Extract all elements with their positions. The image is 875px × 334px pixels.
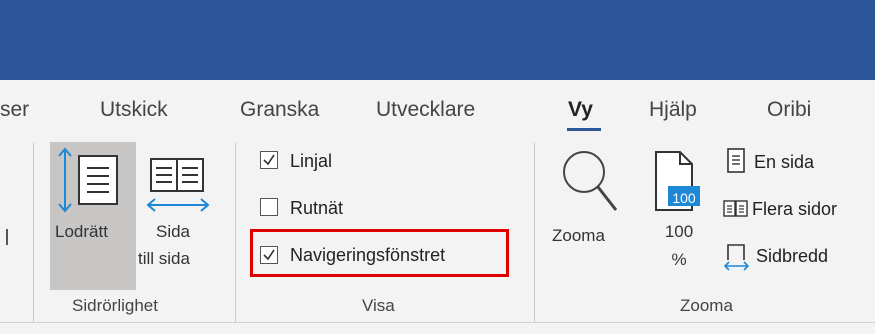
group-label-zoom: Zooma — [680, 296, 733, 315]
cut-off-control-icon — [6, 229, 8, 245]
title-bar — [0, 0, 875, 80]
highlight-box — [250, 229, 509, 277]
hundred-label-1: 100 — [664, 222, 694, 241]
tab-mailings[interactable]: Utskick — [100, 98, 168, 122]
group-label-show: Visa — [362, 296, 395, 315]
one-page-icon — [727, 148, 745, 173]
tab-review[interactable]: Granska — [240, 98, 319, 122]
side-to-side-icon — [146, 158, 210, 212]
ruler-checkbox[interactable] — [260, 151, 278, 169]
tab-oribi[interactable]: Oribi — [767, 98, 811, 122]
checkmark-icon — [263, 154, 275, 166]
multiple-pages-icon — [723, 200, 748, 217]
gridlines-checkbox[interactable] — [260, 198, 278, 216]
hundred-label-2: % — [671, 250, 687, 269]
tab-help[interactable]: Hjälp — [649, 98, 697, 122]
separator — [534, 143, 535, 323]
one-page-label: En sida — [754, 152, 815, 172]
side-to-side-label-1: Sida — [155, 222, 191, 241]
multiple-pages-label: Flera sidor — [752, 199, 838, 219]
page-width-icon — [723, 244, 750, 271]
separator — [235, 143, 236, 323]
ruler-label: Linjal — [290, 151, 333, 171]
group-label-page-movement: Sidrörlighet — [72, 296, 158, 315]
tab-references[interactable]: ser — [0, 98, 29, 122]
page-width-label: Sidbredd — [756, 246, 829, 266]
hundred-badge: 100 — [672, 190, 696, 206]
zoom-label: Zooma — [552, 226, 605, 245]
side-to-side-label-2: till sida — [138, 249, 190, 268]
tab-developer[interactable]: Utvecklare — [376, 98, 475, 122]
magnifier-icon — [563, 151, 618, 211]
ribbon-tabs: ser Utskick Granska Utvecklare Vy Hjälp … — [0, 80, 875, 140]
gridlines-label: Rutnät — [290, 198, 344, 218]
vertical-button-label: Lodrätt — [55, 222, 108, 241]
tab-view[interactable]: Vy — [568, 98, 593, 122]
vertical-scroll-icon — [58, 147, 118, 213]
separator — [33, 143, 34, 323]
active-tab-indicator — [567, 128, 601, 131]
ribbon-bottom-border — [0, 322, 875, 323]
